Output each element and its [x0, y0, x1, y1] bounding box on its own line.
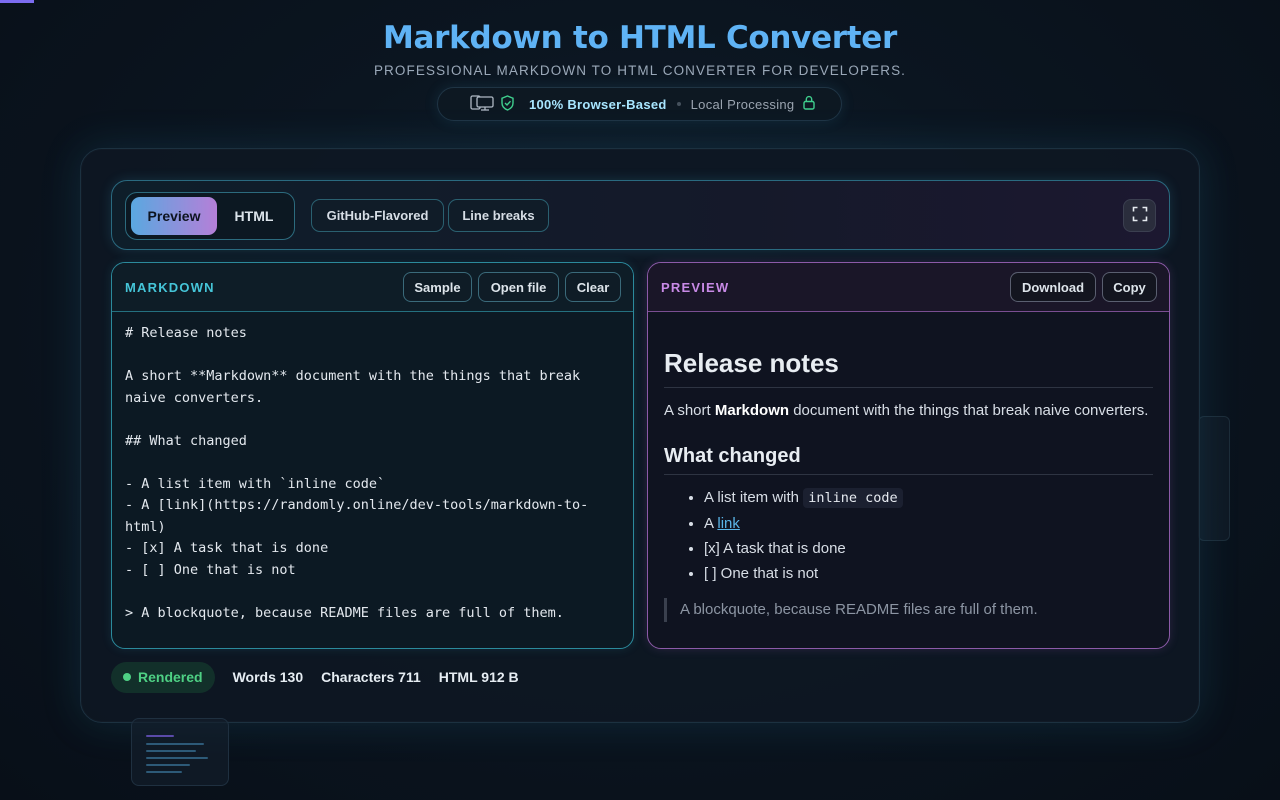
- editor-line: A short **Markdown** document with the t…: [125, 368, 581, 384]
- editor-line: - A [link](https://randomly.online/dev-t…: [125, 497, 589, 513]
- status-bar: Rendered Words 130 Characters 711 HTML 9…: [111, 661, 519, 693]
- html-size: HTML 912 B: [438, 669, 519, 685]
- shield-check-icon: [500, 94, 515, 114]
- preview-heading-2: What changed: [664, 445, 1153, 475]
- github-flavored-toggle[interactable]: GitHub-Flavored: [311, 199, 444, 232]
- preview-blockquote: A blockquote, because README files are f…: [664, 598, 1153, 622]
- converter-card: Preview HTML GitHub-Flavored Line breaks…: [80, 148, 1200, 723]
- badge-browser-based: 100% Browser-Based: [529, 96, 667, 112]
- markdown-panel-title: MARKDOWN: [125, 279, 215, 295]
- view-toggle: Preview HTML: [125, 192, 295, 240]
- line-breaks-toggle[interactable]: Line breaks: [448, 199, 549, 232]
- markdown-editor[interactable]: # Release notes A short **Markdown** docu…: [112, 312, 633, 624]
- preview-paragraph: A short Markdown document with the thing…: [664, 402, 1149, 419]
- list-item: A list item with inline code: [704, 485, 1153, 511]
- download-button[interactable]: Download: [1010, 272, 1096, 302]
- badge-local-processing: Local Processing: [690, 96, 795, 112]
- markdown-panel-header: MARKDOWN Sample Open file Clear: [112, 263, 633, 312]
- editor-line: html): [125, 518, 166, 535]
- tab-html[interactable]: HTML: [218, 197, 290, 235]
- editor-line: - [ ] One that is not: [125, 561, 296, 578]
- preview-heading-1: Release notes: [664, 348, 1153, 388]
- page-subtitle: PROFESSIONAL MARKDOWN TO HTML CONVERTER …: [373, 63, 907, 78]
- word-count: Words 130: [232, 669, 304, 685]
- tab-preview[interactable]: Preview: [131, 197, 217, 235]
- preview-panel-title: PREVIEW: [661, 279, 730, 295]
- sample-button[interactable]: Sample: [403, 272, 472, 302]
- copy-button[interactable]: Copy: [1102, 272, 1157, 302]
- status-badge: Rendered: [111, 661, 215, 693]
- feature-badge: 100% Browser-Based Local Processing: [437, 87, 842, 121]
- lock-icon: [802, 95, 816, 113]
- fullscreen-button[interactable]: [1123, 199, 1156, 232]
- badge-separator: [676, 102, 681, 106]
- editor-line: naive converters.: [125, 389, 264, 406]
- preview-panel-header: PREVIEW Download Copy: [648, 263, 1169, 312]
- editor-line: # Release notes: [125, 325, 247, 341]
- converter-toolbar: Preview HTML GitHub-Flavored Line breaks: [111, 180, 1170, 250]
- inline-code: inline code: [803, 488, 903, 508]
- list-item: A link: [704, 511, 1153, 536]
- list-item: [x] A task that is done: [704, 536, 1153, 561]
- preview-link[interactable]: link: [717, 515, 740, 532]
- preview-panel: PREVIEW Download Copy Release notes A sh…: [647, 262, 1170, 649]
- corner-accent: [0, 0, 34, 3]
- page-title: Markdown to HTML Converter: [382, 20, 898, 56]
- rendered-preview: Release notes A short Markdown document …: [648, 312, 1169, 622]
- markdown-panel: MARKDOWN Sample Open file Clear # Releas…: [111, 262, 634, 649]
- decorative-card: [1198, 416, 1230, 541]
- status-dot-icon: [123, 673, 131, 681]
- clear-button[interactable]: Clear: [565, 272, 621, 302]
- editor-line: > A blockquote, because README files are…: [125, 604, 564, 621]
- devices-icon: [470, 94, 496, 114]
- open-file-button[interactable]: Open file: [478, 272, 559, 302]
- editor-line: - [x] A task that is done: [125, 540, 329, 556]
- fullscreen-icon: [1132, 206, 1148, 226]
- character-count: Characters 711: [321, 669, 421, 685]
- decorative-document-icon: [131, 718, 229, 786]
- editor-line: ## What changed: [125, 432, 247, 449]
- editor-line: - A list item with `inline code`: [125, 475, 386, 492]
- list-item: [ ] One that is not: [704, 561, 1153, 586]
- preview-list: A list item with inline code A link [x] …: [664, 485, 1153, 586]
